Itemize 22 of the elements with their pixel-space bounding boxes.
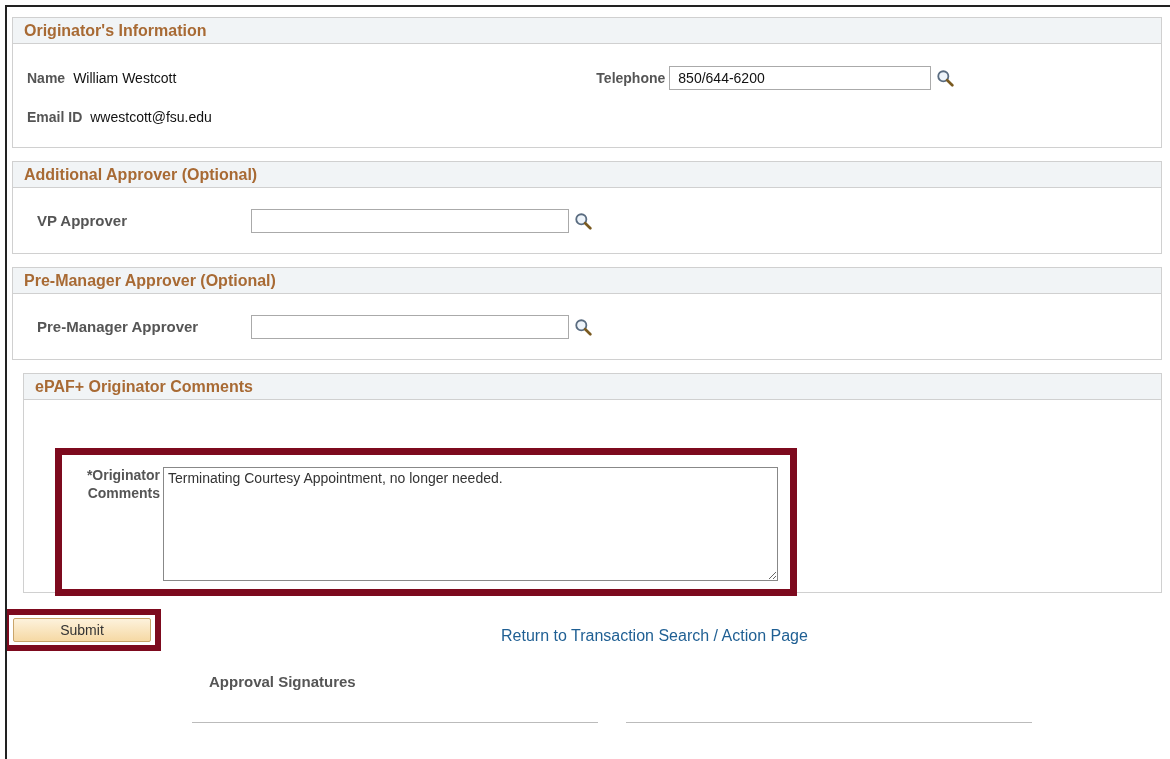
field-label: *Originator Comments [85, 467, 160, 503]
approver-field[interactable] [251, 208, 569, 233]
name-value: William Westcott [73, 70, 177, 86]
field-label: Telephone [596, 70, 666, 86]
return-link[interactable]: Return to Transaction Search / Action Page [501, 627, 808, 645]
section-header: Pre-Manager Approver (Optional) [13, 268, 1161, 294]
field-label: Email ID [27, 109, 83, 125]
field-label: VP Approver [37, 212, 129, 229]
approver-field[interactable] [251, 314, 569, 339]
approval-heading: Approval Signatures [209, 673, 357, 690]
field-label: Name [27, 70, 66, 86]
field-label: Pre-Manager Approver [37, 318, 200, 335]
search-icon[interactable] [574, 317, 592, 336]
email-value: wwestcott@fsu.edu [90, 109, 212, 125]
section-header: ePAF+ Originator Comments [24, 374, 1161, 400]
search-icon[interactable] [574, 211, 592, 230]
submit-button[interactable]: Submit [13, 618, 151, 642]
search-icon[interactable] [936, 69, 955, 87]
section-header: Originator's Information [13, 18, 1161, 44]
comments-field[interactable]: Terminating Courtesy Appointment, no longer needed. [163, 467, 778, 581]
section-header: Additional Approver (Optional) [13, 162, 1161, 188]
telephone-field[interactable]: 850/644-6200 [669, 66, 932, 90]
